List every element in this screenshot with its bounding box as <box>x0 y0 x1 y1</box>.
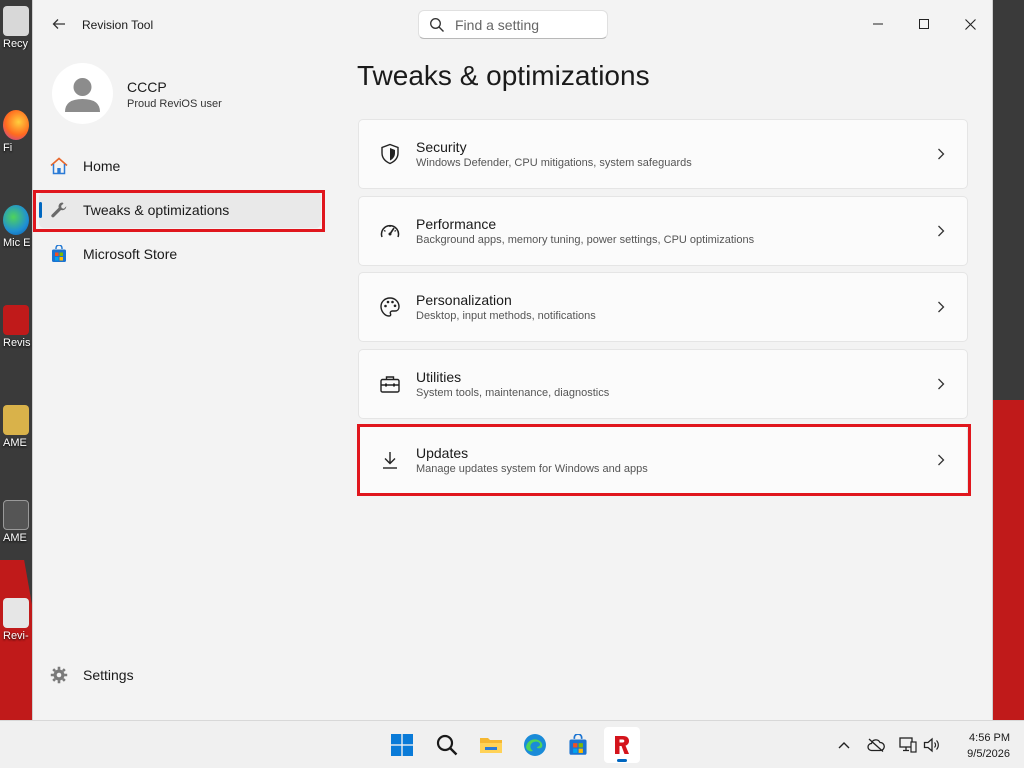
download-icon <box>378 448 402 472</box>
store-icon <box>49 244 69 264</box>
ame-icon <box>3 405 29 435</box>
close-button[interactable] <box>947 8 993 40</box>
search-input[interactable] <box>455 16 595 33</box>
start-icon <box>391 734 413 756</box>
sidebar-item-label: Microsoft Store <box>83 246 178 262</box>
home-icon <box>49 156 69 176</box>
profile-name: CCCP <box>127 79 167 95</box>
card-title: Security <box>416 139 467 155</box>
app-title: Revision Tool <box>82 18 154 32</box>
maximize-icon <box>919 19 929 29</box>
toolbox-icon <box>378 372 402 396</box>
onedrive-tray[interactable] <box>866 735 886 755</box>
chevron-right-icon <box>933 146 949 162</box>
card-title: Performance <box>416 216 497 232</box>
desktop-icon-edge[interactable]: Mic E <box>0 205 32 249</box>
search-box[interactable] <box>418 10 608 39</box>
show-hidden-icons-button[interactable] <box>834 735 854 755</box>
sidebar-item-settings[interactable]: Settings <box>39 657 321 693</box>
speaker-icon <box>923 737 939 753</box>
palette-icon <box>378 295 402 319</box>
volume-tray[interactable] <box>922 735 942 755</box>
profile-subtitle: Proud ReviOS user <box>127 98 222 110</box>
taskbar: 4:56 PM 9/5/2026 <box>0 720 1024 768</box>
desktop-icon-revi[interactable]: Revi- <box>0 598 32 642</box>
sidebar-item-tweaks[interactable]: Tweaks & optimizations <box>39 192 321 228</box>
revision-icon <box>3 305 29 335</box>
card-title: Personalization <box>416 292 512 308</box>
avatar <box>52 63 113 124</box>
taskbar-search-button[interactable] <box>429 727 465 763</box>
close-icon <box>964 18 976 30</box>
clock[interactable]: 4:56 PM 9/5/2026 <box>948 730 1010 762</box>
maximize-button[interactable] <box>901 8 947 40</box>
desktop-icon-ame[interactable]: AME <box>0 405 32 449</box>
shield-icon <box>378 142 402 166</box>
document-icon <box>3 598 29 628</box>
desktop-icon-revision[interactable]: Revis <box>0 305 32 349</box>
desktop-icon-firefox[interactable]: Fi <box>0 110 32 154</box>
chevron-up-icon <box>838 742 850 749</box>
start-button[interactable] <box>384 727 420 763</box>
recycle-bin-icon <box>3 6 29 36</box>
title-bar: Revision Tool <box>33 0 992 48</box>
taskbar-revision-tool[interactable] <box>604 727 640 763</box>
gear-icon <box>49 665 69 685</box>
edge-icon <box>524 734 546 756</box>
card-security[interactable]: Security Windows Defender, CPU mitigatio… <box>358 119 968 189</box>
active-app-indicator <box>617 759 627 762</box>
ame-wizard-icon <box>3 500 29 530</box>
card-description: Windows Defender, CPU mitigations, syste… <box>416 157 692 169</box>
minimize-icon <box>873 23 883 25</box>
sidebar-item-microsoft-store[interactable]: Microsoft Store <box>39 236 321 272</box>
minimize-button[interactable] <box>855 8 901 40</box>
card-utilities[interactable]: Utilities System tools, maintenance, dia… <box>358 349 968 419</box>
card-title: Utilities <box>416 369 462 385</box>
card-description: Background apps, memory tuning, power se… <box>416 234 755 246</box>
card-title: Updates <box>416 445 469 461</box>
sidebar-item-label: Home <box>83 158 121 174</box>
page-title: Tweaks & optimizations <box>357 60 650 91</box>
chevron-right-icon <box>933 452 949 468</box>
card-performance[interactable]: Performance Background apps, memory tuni… <box>358 196 968 266</box>
card-description: System tools, maintenance, diagnostics <box>416 387 610 399</box>
clock-time: 4:56 PM <box>969 732 1010 744</box>
back-button[interactable] <box>47 12 71 36</box>
speedometer-icon <box>378 219 402 243</box>
search-icon <box>436 734 458 756</box>
search-icon <box>430 17 444 32</box>
revision-tool-icon <box>615 736 629 754</box>
taskbar-file-explorer[interactable] <box>473 727 509 763</box>
chevron-right-icon <box>933 223 949 239</box>
wrench-icon <box>49 200 69 220</box>
card-description: Manage updates system for Windows and ap… <box>416 463 648 475</box>
sidebar-item-label: Settings <box>83 667 134 683</box>
clock-date: 9/5/2026 <box>967 748 1010 760</box>
back-arrow-icon <box>52 19 65 29</box>
chevron-right-icon <box>933 376 949 392</box>
sidebar-item-home[interactable]: Home <box>39 148 321 184</box>
file-explorer-icon <box>480 738 502 753</box>
desktop-icon-recycle-bin[interactable]: Recy <box>0 6 32 50</box>
sidebar-item-label: Tweaks & optimizations <box>83 202 230 218</box>
firefox-icon <box>3 110 29 140</box>
taskbar-store[interactable] <box>560 727 596 763</box>
revision-tool-window: Revision Tool CCCP Proud ReviOS user Hom… <box>32 0 993 720</box>
user-icon <box>65 78 100 112</box>
desktop-icon-ame-2[interactable]: AME <box>0 500 32 544</box>
edge-icon <box>3 205 29 235</box>
network-icon <box>899 737 917 753</box>
network-tray[interactable] <box>898 735 918 755</box>
chevron-right-icon <box>933 299 949 315</box>
store-icon <box>569 734 587 755</box>
card-personalization[interactable]: Personalization Desktop, input methods, … <box>358 272 968 342</box>
card-updates[interactable]: Updates Manage updates system for Window… <box>358 425 968 495</box>
taskbar-edge[interactable] <box>517 727 553 763</box>
card-description: Desktop, input methods, notifications <box>416 310 596 322</box>
cloud-offline-icon <box>867 738 885 752</box>
